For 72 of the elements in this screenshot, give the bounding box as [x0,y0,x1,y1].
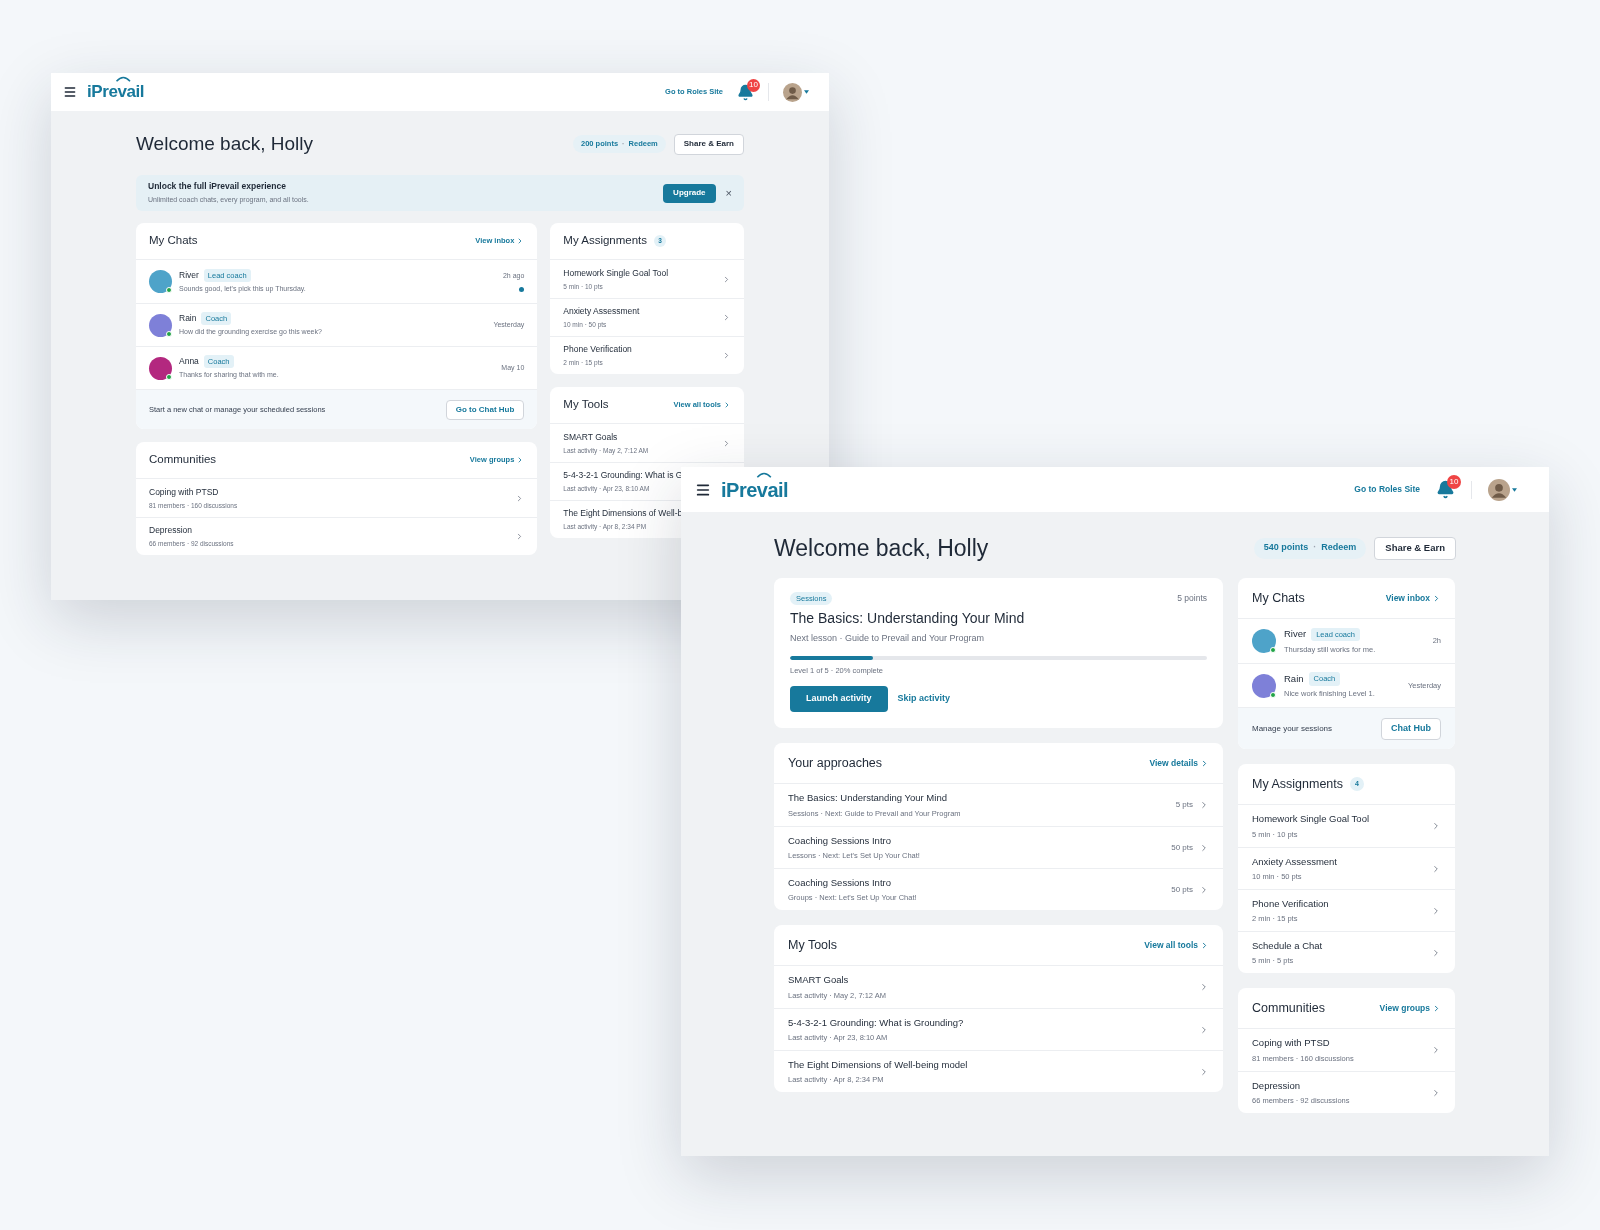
share-button[interactable]: Share & Earn [673,133,744,155]
row-title[interactable]: The Eight Dimensions of Well-being model [788,1057,968,1072]
upgrade-button[interactable]: Upgrade [663,183,716,203]
row-title[interactable]: Anxiety Assessment [1252,854,1337,869]
card-title: Communities [149,452,217,468]
row-title[interactable]: SMART Goals [563,430,649,444]
notification-badge: 10 [747,78,760,92]
chevron-icon [1200,758,1209,768]
row-title[interactable]: Coping with PTSD [149,485,238,499]
chat-hub-button[interactable]: Go to Chat Hub [445,399,525,420]
separator-dot: · [1313,541,1317,555]
menu-icon[interactable] [63,85,77,99]
redeem-link[interactable]: Redeem [1321,541,1357,555]
chevron-icon [1432,593,1441,603]
chat-hub-button[interactable]: Chat Hub [1381,717,1441,740]
chat-name: Rain [1284,671,1304,686]
row-title[interactable]: Schedule a Chat [1252,938,1323,953]
row-points: 5 pts [1175,799,1193,811]
card-title: Your approaches [788,754,883,772]
points-text: 5 points [1177,592,1207,605]
chat-name: River [1284,627,1307,642]
row-title[interactable]: Homework Single Goal Tool [1252,812,1370,827]
card-title: My Tools [563,397,609,413]
chevron-icon [1200,940,1209,950]
row-title[interactable]: Coaching Sessions Intro [788,833,920,848]
row-points: 50 pts [1171,883,1193,896]
row-title[interactable]: Homework Single Goal Tool [563,266,669,280]
points-text: 540 points [1263,541,1309,555]
row-points: 50 pts [1171,841,1193,854]
card-title: Communities [1252,999,1325,1017]
roles-site-link[interactable]: Go to Roles Site [1354,483,1420,496]
row-title[interactable]: Phone Verification [563,343,632,356]
row-title[interactable]: 5-4-3-2-1 Grounding: What is Grounding? [788,1015,964,1030]
chevron-icon [1432,1003,1441,1013]
launch-button[interactable]: Launch activity [790,686,888,712]
next-lesson-text: Next lesson · Guide to Prevail and Your Program [790,632,986,646]
footer-text: Manage your sessions [1252,722,1333,735]
welcome-heading: Welcome back, Holly [774,533,989,563]
row-title[interactable]: Phone Verification [1252,896,1329,911]
avatar-icon[interactable] [783,82,802,102]
logo: iPrevail [87,82,145,102]
row-title[interactable]: The Basics: Understanding Your Mind [788,791,961,806]
notification-badge: 10 [1447,475,1461,489]
card-title: My Tools [788,936,838,954]
row-title[interactable]: Depression [149,524,234,537]
chat-name: Rain [179,312,197,326]
card-title: My Chats [149,233,198,249]
close-button[interactable]: × [725,187,732,199]
caret-icon[interactable] [1512,487,1517,492]
activity-title: The Basics: Understanding Your Mind [790,609,1026,629]
row-title[interactable]: Coping with PTSD [1252,1036,1354,1051]
avatar-icon[interactable] [1488,478,1510,501]
card-title: My Assignments [563,233,648,249]
share-button[interactable]: Share & Earn [1374,536,1456,560]
row-title[interactable]: Anxiety Assessment [563,305,640,318]
chat-name: River [179,268,199,282]
row-title[interactable]: Depression [1252,1078,1350,1093]
caret-icon[interactable] [804,90,809,94]
card-title: My Assignments [1252,775,1343,793]
skip-link[interactable]: Skip activity [897,692,951,706]
view-all-link[interactable]: View all tools [1144,938,1209,952]
row-title[interactable]: Coaching Sessions Intro [788,875,917,890]
view-all-link[interactable]: View groups [1379,1001,1441,1015]
welcome-heading: Welcome back, Holly [136,131,314,156]
chat-name: Anna [179,355,199,369]
banner-title: Unlock the full iPrevail experience [148,180,287,194]
row-title[interactable]: SMART Goals [788,973,886,988]
logo: iPrevail [721,478,789,501]
view-all-link[interactable]: View inbox [1385,591,1441,605]
chevron-icon [723,401,731,409]
card-title: My Chats [1252,589,1305,607]
view-all-link[interactable]: View details [1149,756,1209,770]
